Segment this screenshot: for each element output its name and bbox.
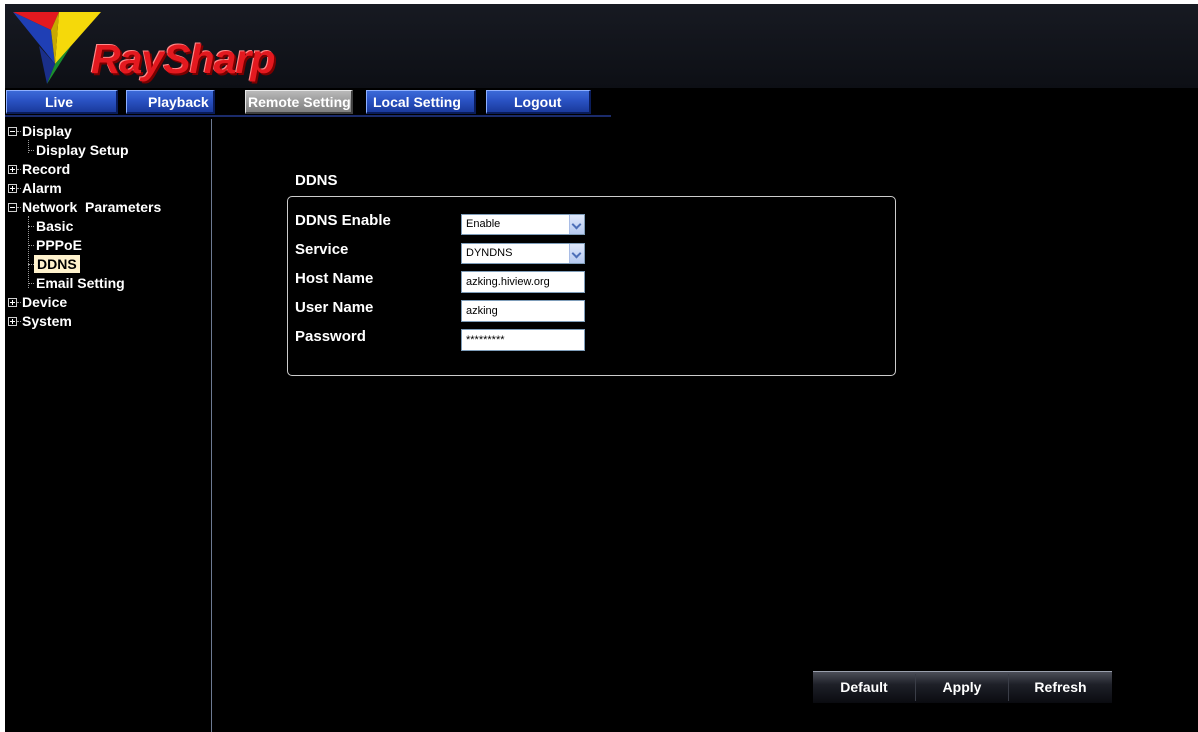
settings-tree: Display Display Setup Record Alarm Netwo… bbox=[6, 119, 212, 732]
tree-connector bbox=[28, 245, 34, 246]
service-value: DYNDNS bbox=[466, 247, 513, 259]
user-name-input[interactable]: azking bbox=[461, 300, 585, 322]
tree-label-pppoe: PPPoE bbox=[36, 237, 82, 253]
tree-connector bbox=[28, 226, 34, 227]
password-input[interactable]: ********* bbox=[461, 329, 585, 351]
tab-live[interactable]: Live bbox=[6, 90, 118, 114]
collapse-icon[interactable] bbox=[8, 203, 17, 212]
header: RaySharp bbox=[5, 4, 1198, 88]
host-name-label: Host Name bbox=[295, 270, 374, 287]
ddns-enable-select[interactable]: Enable bbox=[461, 214, 585, 235]
brand-name: RaySharp bbox=[91, 36, 275, 82]
tab-logout[interactable]: Logout bbox=[486, 90, 591, 114]
expand-icon[interactable] bbox=[8, 165, 17, 174]
expand-icon[interactable] bbox=[8, 317, 17, 326]
service-label: Service bbox=[295, 241, 349, 258]
host-name-value: azking.hiview.org bbox=[466, 276, 550, 288]
tab-local-setting-label: Local Setting bbox=[373, 94, 461, 110]
tab-remote-setting-label: Remote Setting bbox=[248, 94, 351, 110]
service-select[interactable]: DYNDNS bbox=[461, 243, 585, 264]
refresh-button[interactable]: Refresh bbox=[1009, 672, 1112, 703]
collapse-icon[interactable] bbox=[8, 127, 17, 136]
tree-connector bbox=[28, 140, 29, 153]
tree-label-record: Record bbox=[22, 161, 71, 177]
password-label: Password bbox=[295, 328, 366, 345]
nav-divider bbox=[5, 115, 611, 117]
chevron-down-icon[interactable] bbox=[569, 215, 584, 234]
tree-connector bbox=[17, 321, 21, 322]
tree-connector bbox=[28, 150, 34, 151]
tree-label-network-parameters: Network Parameters bbox=[22, 199, 162, 215]
tree-label-email-setting: Email Setting bbox=[36, 275, 125, 291]
chevron-down-icon[interactable] bbox=[569, 244, 584, 263]
app-window: RaySharp Live Playback Remote Setting Lo… bbox=[5, 4, 1198, 732]
tab-playback-label: Playback bbox=[148, 94, 209, 110]
tree-connector bbox=[28, 283, 34, 284]
tab-live-label: Live bbox=[45, 94, 74, 110]
ddns-enable-label: DDNS Enable bbox=[295, 212, 391, 229]
user-name-value: azking bbox=[466, 305, 498, 317]
tree-connector bbox=[17, 188, 21, 189]
action-bar: Default Apply Refresh bbox=[813, 671, 1112, 703]
tab-logout-label: Logout bbox=[514, 94, 562, 110]
user-name-label: User Name bbox=[295, 299, 374, 316]
default-button[interactable]: Default bbox=[813, 672, 915, 703]
page-title: DDNS bbox=[295, 172, 338, 189]
tree-label-display: Display bbox=[22, 123, 72, 139]
apply-button[interactable]: Apply bbox=[916, 672, 1008, 703]
tree-connector bbox=[17, 131, 21, 132]
tab-playback[interactable]: Playback bbox=[126, 90, 215, 114]
tree-label-display-setup: Display Setup bbox=[36, 142, 129, 158]
password-value: ********* bbox=[466, 334, 505, 346]
expand-icon[interactable] bbox=[8, 298, 17, 307]
ddns-enable-value: Enable bbox=[466, 218, 501, 230]
tree-label-alarm: Alarm bbox=[22, 180, 62, 196]
expand-icon[interactable] bbox=[8, 184, 17, 193]
tree-connector bbox=[17, 207, 21, 208]
tree-label-system: System bbox=[22, 313, 72, 329]
tab-remote-setting[interactable]: Remote Setting bbox=[245, 90, 353, 114]
tree-label-ddns: DDNS bbox=[34, 255, 80, 273]
host-name-input[interactable]: azking.hiview.org bbox=[461, 271, 585, 293]
tab-local-setting[interactable]: Local Setting bbox=[366, 90, 476, 114]
tree-connector bbox=[17, 169, 21, 170]
tree-connector bbox=[17, 302, 21, 303]
tree-label-device: Device bbox=[22, 294, 68, 310]
tree-label-basic: Basic bbox=[36, 218, 74, 234]
